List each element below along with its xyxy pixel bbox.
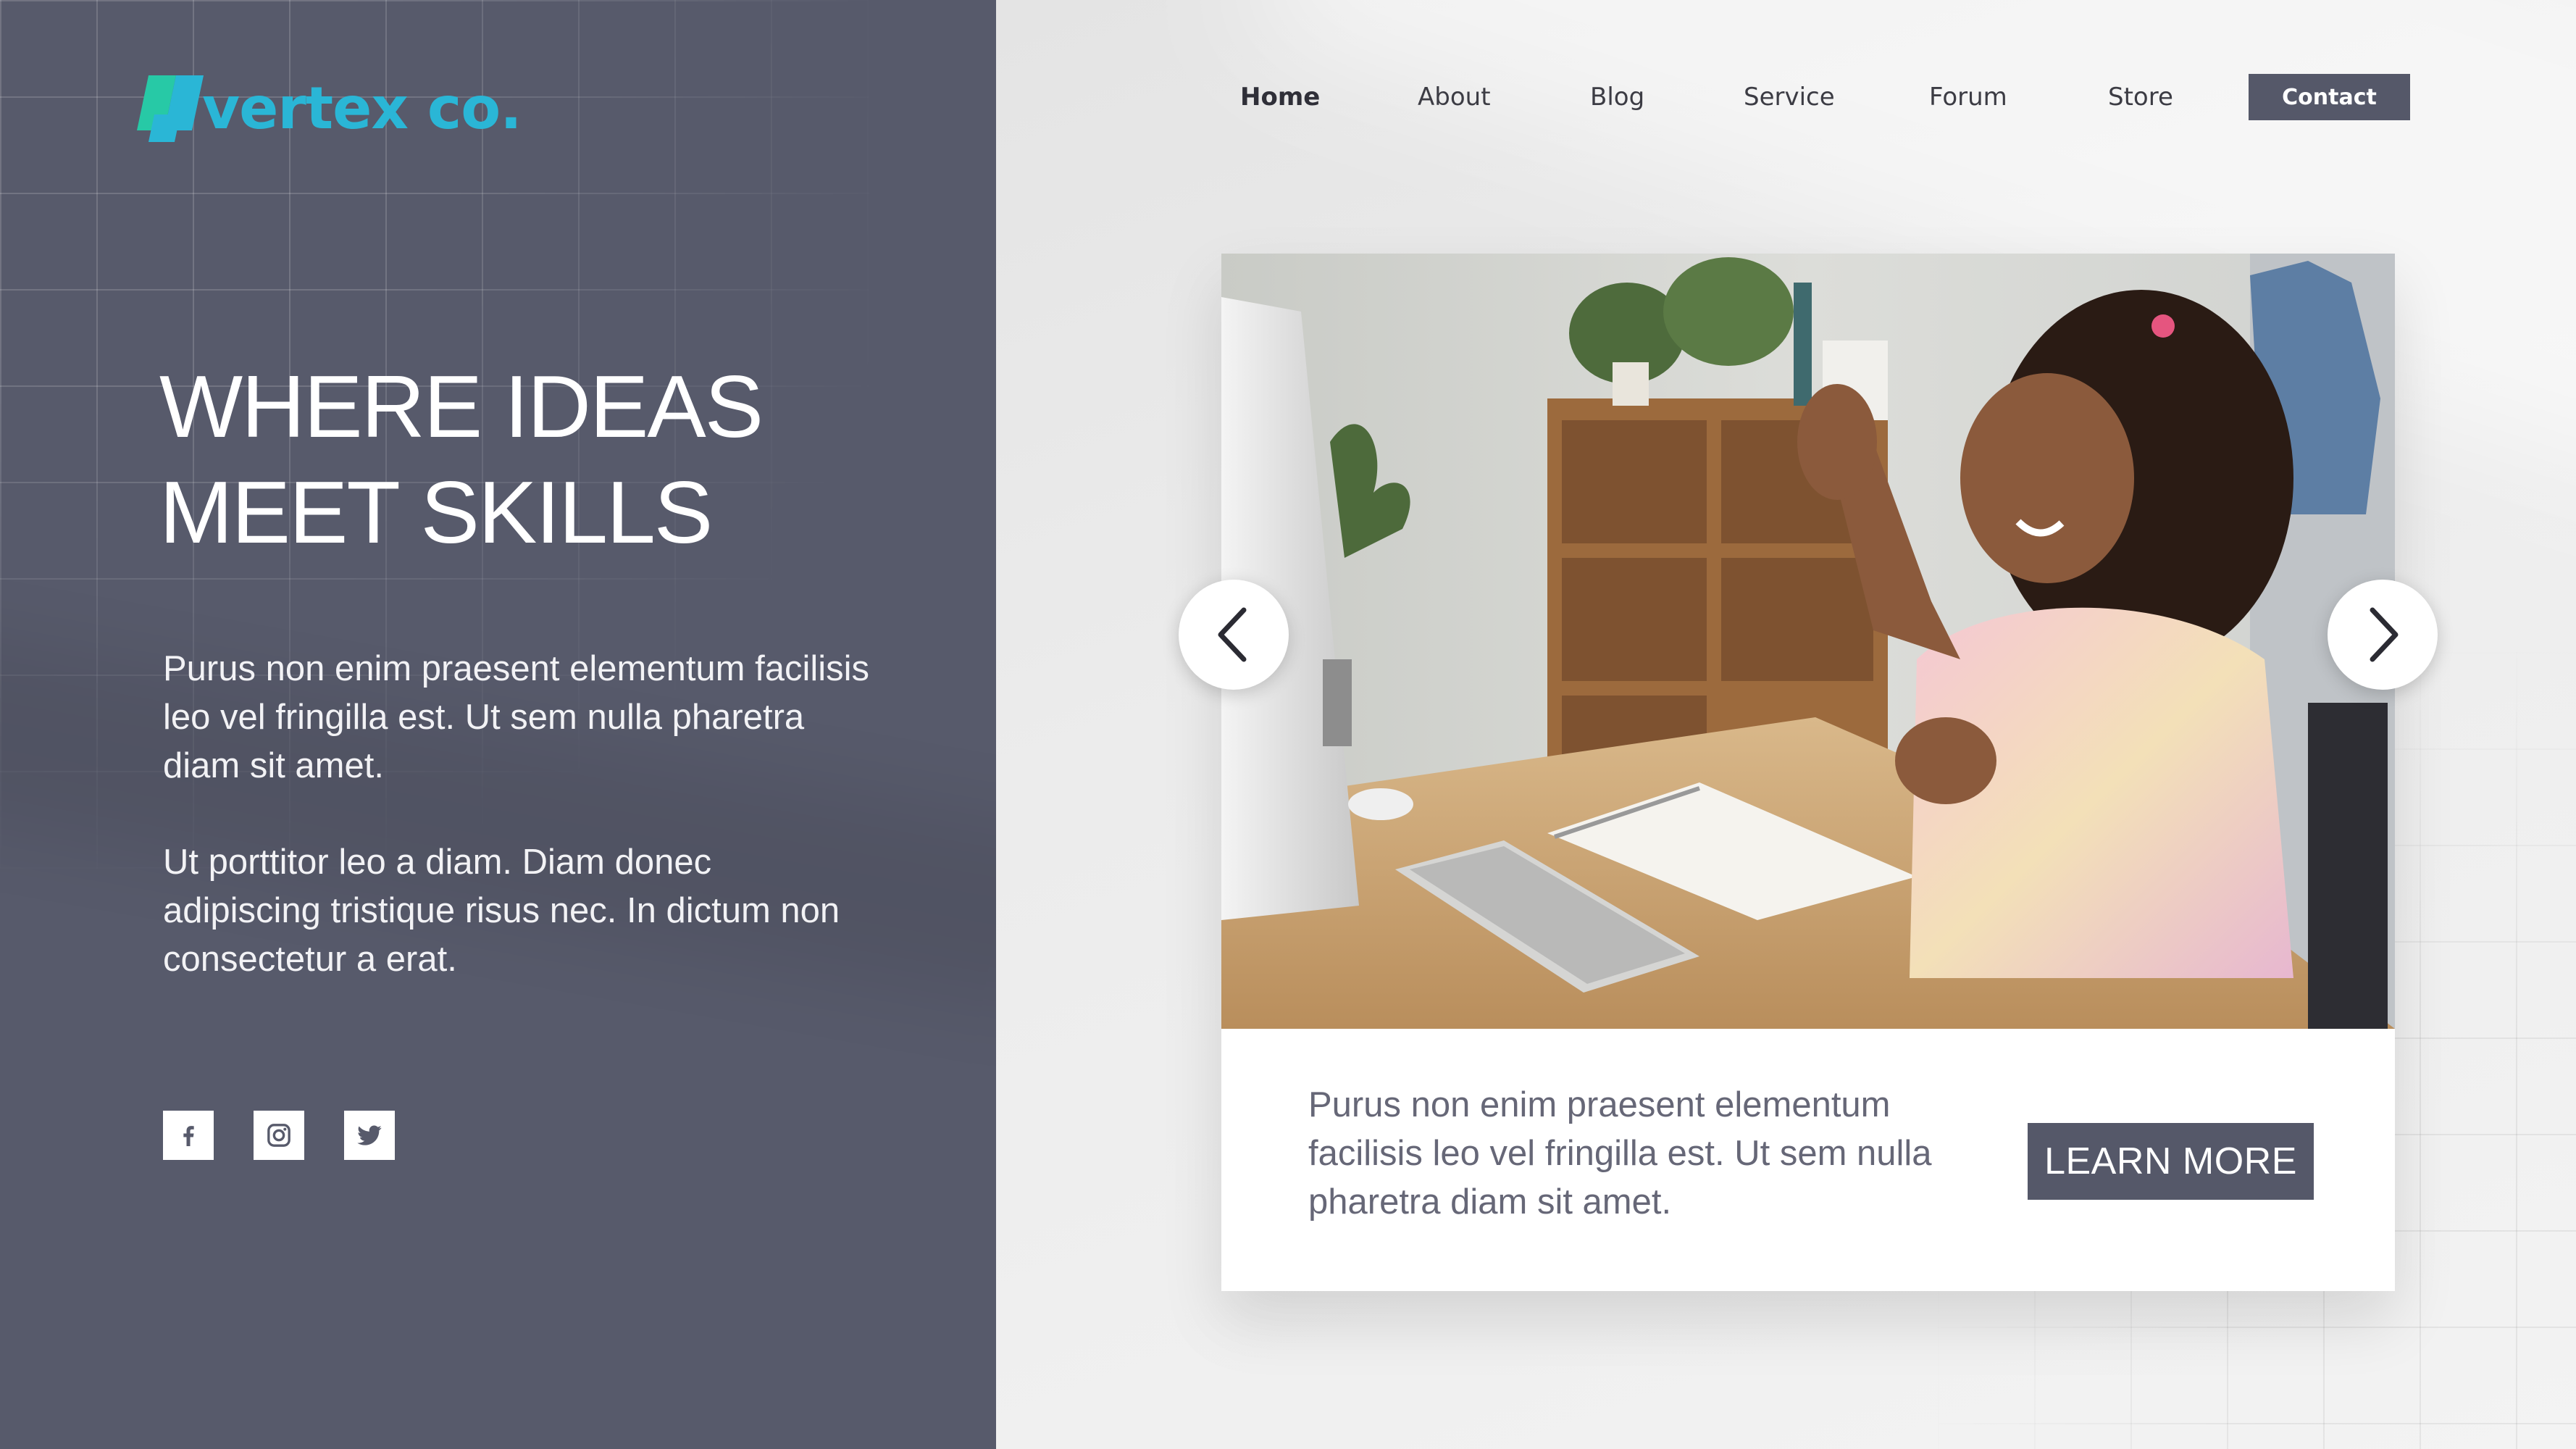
carousel-card: Purus non enim praesent elementum facili… <box>1221 254 2395 1291</box>
left-hero-panel: vertex co. WHERE IDEAS MEET SKILLS Purus… <box>0 0 996 1449</box>
nav-home[interactable]: Home <box>1240 74 1320 120</box>
nav-service[interactable]: Service <box>1744 74 1835 120</box>
social-links <box>163 1111 395 1160</box>
facebook-link[interactable] <box>163 1111 214 1160</box>
nav-blog[interactable]: Blog <box>1590 74 1644 120</box>
stacked-squares-logo-icon <box>133 72 204 145</box>
hero-paragraph-2: Ut porttitor leo a diam. Diam donec adip… <box>163 843 840 979</box>
twitter-link[interactable] <box>344 1111 395 1160</box>
girl-waving-at-computer-photo <box>1221 254 2395 1029</box>
main-navigation: Home About Blog Service Forum Store Cont… <box>996 74 2576 120</box>
instagram-icon <box>267 1124 290 1147</box>
chevron-right-icon <box>2370 607 2399 662</box>
nav-about[interactable]: About <box>1418 74 1491 120</box>
card-description: Purus non enim praesent elementum facili… <box>1308 1085 1932 1222</box>
brand-name: vertex co. <box>202 75 522 142</box>
brand-logo[interactable]: vertex co. <box>133 72 522 145</box>
carousel-prev-button[interactable] <box>1179 580 1289 690</box>
facebook-icon <box>183 1126 194 1146</box>
contact-button[interactable]: Contact <box>2249 74 2410 120</box>
nav-store[interactable]: Store <box>2108 74 2173 120</box>
hero-title: WHERE IDEAS MEET SKILLS <box>159 357 764 561</box>
carousel-next-button[interactable] <box>2328 580 2438 690</box>
chevron-left-icon <box>1218 607 1247 662</box>
learn-more-button[interactable]: LEARN MORE <box>2028 1123 2314 1200</box>
nav-forum[interactable]: Forum <box>1929 74 2007 120</box>
instagram-link[interactable] <box>254 1111 304 1160</box>
hero-paragraph-1: Purus non enim praesent elementum facili… <box>163 649 870 785</box>
twitter-icon <box>357 1125 382 1145</box>
